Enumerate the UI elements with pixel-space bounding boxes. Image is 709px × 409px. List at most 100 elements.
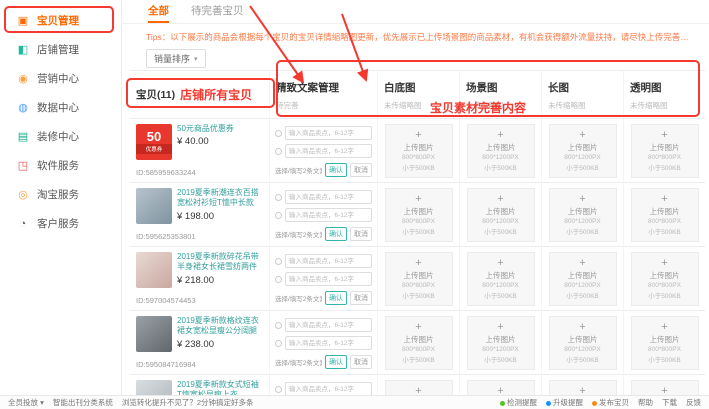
sidebar-item-taobao-service[interactable]: ◎ 淘宝服务 bbox=[0, 180, 121, 209]
bottom-right-item[interactable]: 反馈 bbox=[686, 397, 701, 408]
bottom-left-item[interactable]: 浏览转化提升不见了？2分钟搞定好多条 bbox=[122, 397, 254, 408]
upload-image-button[interactable]: +上传图片800*800PX小于500KB bbox=[631, 188, 699, 242]
radio-icon[interactable] bbox=[275, 386, 282, 393]
sidebar-item-decorate-center[interactable]: ▤ 装修中心 bbox=[0, 122, 121, 151]
radio-icon[interactable] bbox=[275, 194, 282, 201]
upload-image-button[interactable]: +上传图片800*800PX小于500KB bbox=[631, 124, 699, 178]
bottom-right-item[interactable]: 发布宝贝 bbox=[592, 397, 629, 408]
copy-hint-link[interactable]: 选择/填写2条文案 bbox=[275, 229, 322, 239]
cancel-button[interactable]: 取消 bbox=[350, 227, 372, 241]
transparent-cell: +上传图片800*800PX小于500KB bbox=[624, 119, 705, 182]
confirm-button[interactable]: 确认 bbox=[325, 291, 347, 305]
upload-image-button[interactable]: +上传图片800*1200PX小于500KB bbox=[549, 188, 617, 242]
bottom-right-item[interactable]: 帮助 bbox=[638, 397, 653, 408]
upload-image-button[interactable]: +上传图片800*1200PX小于500KB bbox=[549, 316, 617, 370]
tab-all[interactable]: 全部 bbox=[148, 3, 169, 23]
upload-image-button[interactable]: +上传图片800*800PX小于500KB bbox=[385, 188, 453, 242]
white-bg-cell: +上传图片800*800PX小于500KB bbox=[378, 311, 460, 374]
plus-icon: + bbox=[497, 130, 503, 141]
sidebar-item-shop-manage[interactable]: ◧ 店铺管理 bbox=[0, 35, 121, 64]
selling-point-input[interactable] bbox=[285, 126, 372, 140]
confirm-button[interactable]: 确认 bbox=[325, 355, 347, 369]
copy-hint-link[interactable]: 选择/填写2条文案 bbox=[275, 293, 322, 303]
upload-image-button[interactable]: +上传图片800*800PX小于500KB bbox=[385, 124, 453, 178]
product-thumbnail[interactable] bbox=[136, 188, 172, 224]
selling-point-input[interactable] bbox=[285, 382, 372, 396]
upload-image-button[interactable]: +上传图片800*800PX小于500KB bbox=[385, 252, 453, 306]
upload-image-button[interactable]: +上传图片800*1200PX小于500KB bbox=[467, 252, 535, 306]
radio-icon[interactable] bbox=[275, 212, 282, 219]
sidebar-item-data-center[interactable]: ◍ 数据中心 bbox=[0, 93, 121, 122]
product-cell: 2019夏季新款碎花吊带半身裙女长裙雪纺两件套 ¥ 218.00 ID:5970… bbox=[130, 247, 270, 310]
selling-point-input[interactable] bbox=[285, 190, 372, 204]
product-title-link[interactable]: 50元商品优惠券 bbox=[177, 124, 263, 134]
plus-icon: + bbox=[415, 194, 421, 205]
upload-image-button[interactable]: +上传图片800*1200PX小于500KB bbox=[467, 316, 535, 370]
radio-icon[interactable] bbox=[275, 148, 282, 155]
upload-image-button[interactable]: +上传图片800*1200PX小于500KB bbox=[549, 124, 617, 178]
bottom-right-item[interactable]: 升级提醒 bbox=[546, 397, 583, 408]
bottom-right-item[interactable]: 下载 bbox=[662, 397, 677, 408]
product-thumbnail[interactable] bbox=[136, 316, 172, 352]
product-title-link[interactable]: 2019夏季新款碎花吊带半身裙女长裙雪纺两件套 bbox=[177, 252, 263, 273]
sidebar-item-customer-service[interactable]: ◔ 客户服务 bbox=[0, 209, 121, 238]
bottom-right-item[interactable]: 检测提醒 bbox=[500, 397, 537, 408]
sidebar-item-item-manage[interactable]: ▣ 宝贝管理 bbox=[0, 6, 121, 35]
bottom-left-item[interactable]: 全员投放 ▾ bbox=[8, 397, 44, 408]
coupon-thumbnail[interactable]: 50 优惠券 bbox=[136, 124, 172, 160]
sidebar-item-marketing-center[interactable]: ◉ 营销中心 bbox=[0, 64, 121, 93]
upload-image-button[interactable]: +上传图片800*800PX小于500KB bbox=[631, 252, 699, 306]
radio-icon[interactable] bbox=[275, 258, 282, 265]
sort-by-sales-button[interactable]: 销量排序 ▾ bbox=[146, 49, 206, 68]
upload-image-button[interactable]: +上传图片800*800PX小于500KB bbox=[631, 316, 699, 370]
white-bg-cell: +上传图片800*800PX小于500KB bbox=[378, 119, 460, 182]
product-title-link[interactable]: 2019夏季新潮连衣百搭宽松衬衫短T恤中长款 bbox=[177, 188, 263, 209]
cancel-button[interactable]: 取消 bbox=[350, 291, 372, 305]
blue-dot-icon bbox=[546, 401, 551, 406]
long-image-cell: +上传图片800*1200PX小于500KB bbox=[542, 247, 624, 310]
transparent-cell: +上传图片800*800PX小于500KB bbox=[624, 183, 705, 246]
green-dot-icon bbox=[500, 401, 505, 406]
sort-label: 销量排序 bbox=[154, 52, 190, 65]
chevron-down-icon: ▾ bbox=[194, 55, 198, 63]
upload-image-button[interactable]: +上传图片800*1200PX小于500KB bbox=[467, 124, 535, 178]
selling-point-input[interactable] bbox=[285, 272, 372, 286]
copy-hint-link[interactable]: 选择/填写2条文案 bbox=[275, 357, 322, 367]
cancel-button[interactable]: 取消 bbox=[350, 163, 372, 177]
bottom-left-item[interactable]: 智能出刊分类系统 bbox=[53, 397, 113, 408]
upload-image-button[interactable]: +上传图片800*800PX小于500KB bbox=[385, 316, 453, 370]
sidebar-item-label: 宝贝管理 bbox=[37, 13, 79, 28]
transparent-cell: +上传图片800*800PX小于500KB bbox=[624, 311, 705, 374]
radio-icon[interactable] bbox=[275, 340, 282, 347]
plus-icon: + bbox=[497, 258, 503, 269]
plus-icon: + bbox=[661, 194, 667, 205]
selling-point-input[interactable] bbox=[285, 208, 372, 222]
white-bg-cell: +上传图片800*800PX小于500KB bbox=[378, 247, 460, 310]
product-material-table: 宝贝(11) 店铺所有宝贝 精致文案管理 待完善 白底图 未传缩略图 场景图 未… bbox=[130, 70, 705, 409]
selling-point-input[interactable] bbox=[285, 318, 372, 332]
selling-point-input[interactable] bbox=[285, 144, 372, 158]
product-id: ID:595625353801 bbox=[136, 232, 263, 241]
shop-manage-icon: ◧ bbox=[16, 43, 30, 57]
selling-point-input[interactable] bbox=[285, 254, 372, 268]
software-icon: ◳ bbox=[16, 159, 30, 173]
sidebar-item-software-service[interactable]: ◳ 软件服务 bbox=[0, 151, 121, 180]
copy-hint-link[interactable]: 选择/填写2条文案 bbox=[275, 165, 322, 175]
confirm-button[interactable]: 确认 bbox=[325, 163, 347, 177]
sidebar-item-label: 客户服务 bbox=[37, 216, 79, 231]
scene-cell: +上传图片800*1200PX小于500KB bbox=[460, 119, 542, 182]
column-header-white-bg: 白底图 未传缩略图 bbox=[378, 71, 460, 118]
radio-icon[interactable] bbox=[275, 130, 282, 137]
product-title-link[interactable]: 2019夏季新款格纹连衣裙女宽松显瘦公分阔腿 bbox=[177, 316, 263, 337]
product-thumbnail[interactable] bbox=[136, 252, 172, 288]
confirm-button[interactable]: 确认 bbox=[325, 227, 347, 241]
radio-icon[interactable] bbox=[275, 322, 282, 329]
plus-icon: + bbox=[497, 194, 503, 205]
tab-pending[interactable]: 待完善宝贝 bbox=[191, 3, 244, 23]
cancel-button[interactable]: 取消 bbox=[350, 355, 372, 369]
radio-icon[interactable] bbox=[275, 276, 282, 283]
main-content: 全部 待完善宝贝 Tips：以下展示的商品会根据每个宝贝的宝贝详情缩略图更新，优… bbox=[122, 0, 709, 395]
upload-image-button[interactable]: +上传图片800*1200PX小于500KB bbox=[467, 188, 535, 242]
upload-image-button[interactable]: +上传图片800*1200PX小于500KB bbox=[549, 252, 617, 306]
selling-point-input[interactable] bbox=[285, 336, 372, 350]
